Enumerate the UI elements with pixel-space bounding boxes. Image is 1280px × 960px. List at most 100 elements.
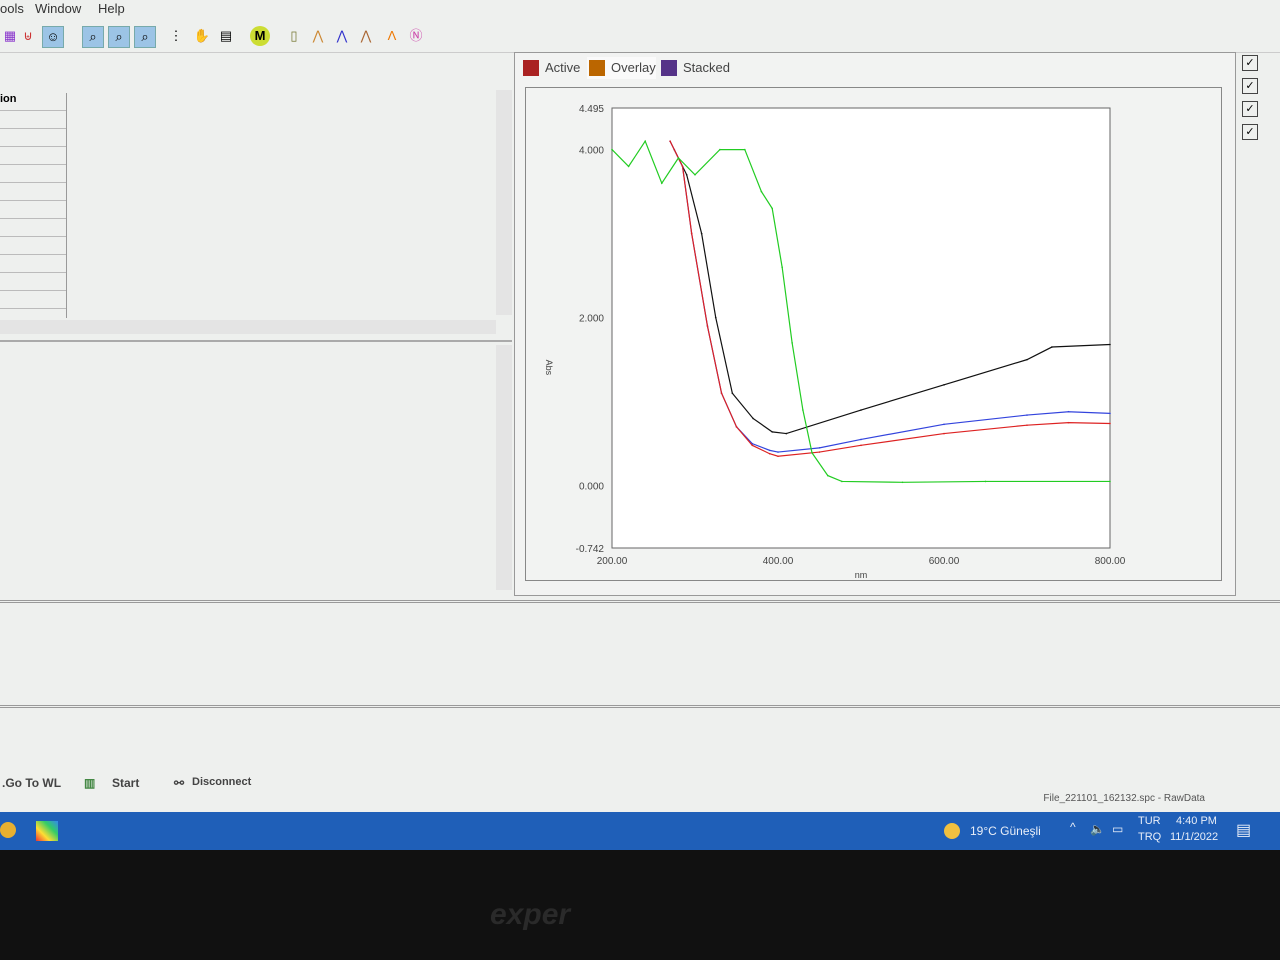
point-black — [731, 392, 734, 395]
zoom-x-icon[interactable]: ⌕ — [108, 26, 130, 48]
print-icon[interactable]: ▤ — [216, 26, 236, 46]
point-green — [627, 165, 630, 168]
hand-icon[interactable]: ✋ — [192, 26, 212, 46]
zoom-in-icon[interactable]: ⌕ — [82, 26, 104, 48]
peak-label-icon[interactable]: ⋀ — [308, 26, 328, 46]
point-blue — [1109, 412, 1111, 415]
checkbox-4[interactable]: ✓ — [1242, 124, 1258, 140]
point-green — [791, 342, 793, 344]
chrome-icon[interactable] — [0, 822, 16, 838]
peaks-icon[interactable]: ⋀ — [332, 26, 352, 46]
vertical-scrollbar[interactable] — [496, 90, 512, 315]
point-red — [669, 140, 671, 142]
point-green — [827, 474, 829, 477]
no-peak-icon[interactable]: Ⓝ — [406, 26, 426, 46]
report-icon[interactable]: ▯ — [284, 26, 304, 46]
point-red — [777, 455, 779, 458]
traffic-light-icon: ▥ — [84, 776, 96, 790]
menu-bar: ools Window Help — [0, 0, 1280, 20]
point-green — [661, 182, 663, 184]
point-green — [644, 140, 646, 142]
app-icon[interactable] — [36, 821, 58, 841]
weather-text[interactable]: 19°C Güneşli — [970, 824, 1041, 838]
clock-date[interactable]: 11/1/2022 — [1170, 831, 1218, 843]
chart-frame: 4.495 4.000 2.000 0.000 -0.742 200.00 400.00 60… — [525, 87, 1222, 581]
fill-icon[interactable]: ⋀ — [356, 26, 376, 46]
y-axis-label: Abs — [544, 360, 554, 376]
disconnect-icon: ⚯ — [174, 776, 185, 790]
point-green — [802, 409, 804, 411]
chevron-up-icon[interactable]: ^ — [1070, 820, 1076, 834]
point-red — [768, 452, 771, 455]
point-green — [719, 148, 721, 151]
goto-wl-button[interactable]: .Go To WL — [2, 776, 61, 790]
point-blue — [1067, 410, 1070, 413]
point-black — [1051, 346, 1053, 348]
x-axis-label: nm — [855, 570, 868, 580]
m-icon[interactable]: M — [250, 26, 270, 46]
data-table: ion — [0, 93, 67, 318]
point-blue — [768, 449, 771, 452]
point-blue — [777, 451, 779, 453]
screen: ools Window Help ▦ ⊎ ☺ ⌕ ⌕ ⌕ ⋮ ✋ ▤ M ▯ ⋀… — [0, 0, 1280, 850]
point-red — [706, 325, 709, 327]
y-tick-label: -0.742 — [576, 544, 605, 555]
start-button[interactable]: Start — [112, 776, 139, 790]
point-red — [860, 444, 862, 447]
peak-icon[interactable]: Λ — [382, 26, 402, 46]
lang-2[interactable]: TRQ — [1138, 831, 1161, 843]
horizontal-scrollbar[interactable] — [0, 320, 496, 334]
zoom-fit-icon[interactable]: ⌕ — [134, 26, 156, 48]
x-tick-label: 200.00 — [597, 556, 628, 567]
menu-help[interactable]: Help — [98, 1, 125, 16]
point-red — [720, 392, 723, 395]
checkbox-2[interactable]: ✓ — [1242, 78, 1258, 94]
point-green — [677, 157, 680, 159]
point-green — [841, 480, 843, 483]
person-icon[interactable]: ☺ — [42, 26, 64, 48]
disconnect-button[interactable]: Disconnect — [192, 776, 251, 788]
y-tick-label: 4.495 — [579, 104, 604, 115]
monitor-logo: exper — [490, 898, 571, 931]
tree-icon[interactable]: ⋮ — [166, 26, 186, 46]
taskbar: 19°C Güneşli ^ 🔈 ▭ TUR TRQ 4:40 PM 11/1/… — [0, 812, 1280, 850]
lower-panel-2 — [0, 705, 1280, 768]
point-blue — [860, 438, 862, 441]
toolbar: ▦ ⊎ ☺ ⌕ ⌕ ⌕ ⋮ ✋ ▤ M ▯ ⋀ ⋀ ⋀ Λ Ⓝ — [0, 20, 1280, 53]
series-checkboxes: ✓ ✓ ✓ ✓ — [1238, 48, 1262, 147]
point-black — [752, 417, 754, 420]
point-black — [714, 316, 717, 319]
vertical-scrollbar-2[interactable] — [496, 345, 512, 590]
x-tick-label: 800.00 — [1095, 556, 1126, 567]
point-blue — [818, 447, 821, 449]
color-icon[interactable]: ▦ — [0, 26, 20, 46]
thermometer-icon[interactable]: ⊎ — [18, 26, 38, 46]
status-file: File_221101_162132.spc - RawData — [1043, 793, 1205, 804]
menu-tools[interactable]: ools — [0, 1, 24, 16]
weather-icon — [944, 823, 960, 839]
notification-icon[interactable]: ▤ — [1236, 820, 1251, 840]
point-red — [943, 432, 945, 435]
clock-time[interactable]: 4:40 PM — [1176, 815, 1217, 827]
y-tick-label: 4.000 — [579, 146, 604, 157]
lang-1[interactable]: TUR — [1138, 815, 1161, 827]
point-black — [1026, 358, 1028, 361]
checkbox-1[interactable]: ✓ — [1242, 55, 1258, 71]
menu-window[interactable]: Window — [35, 1, 81, 16]
tab-active[interactable]: Active — [521, 57, 580, 79]
point-green — [760, 190, 763, 193]
spectrum-window: Active Overlay Stacked 4.495 4.000 2.000 0.… — [514, 52, 1236, 596]
point-red — [735, 426, 738, 428]
tab-overlay[interactable]: Overlay — [587, 57, 656, 79]
y-tick-label: 0.000 — [579, 482, 604, 493]
point-red — [1109, 422, 1111, 425]
volume-icon[interactable]: 🔈 — [1090, 822, 1105, 836]
point-green — [901, 481, 904, 484]
point-black — [860, 409, 862, 411]
x-tick-label: 600.00 — [929, 556, 960, 567]
point-red — [751, 444, 754, 447]
checkbox-3[interactable]: ✓ — [1242, 101, 1258, 117]
tab-stacked[interactable]: Stacked — [659, 57, 730, 79]
network-icon[interactable]: ▭ — [1112, 822, 1123, 836]
point-black — [685, 173, 688, 176]
